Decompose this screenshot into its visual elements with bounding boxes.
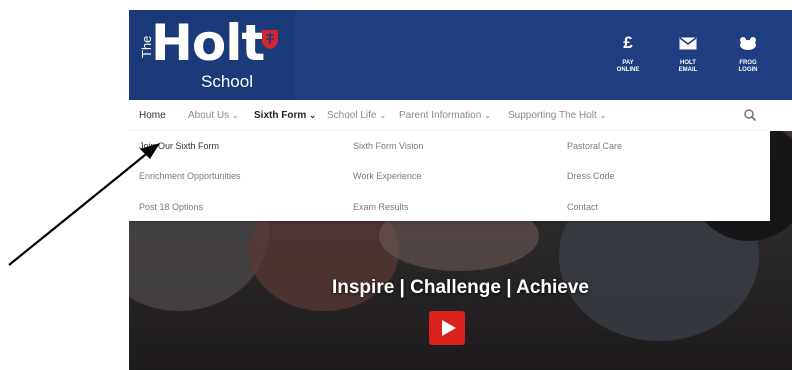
annotation-arrow [8, 143, 160, 266]
